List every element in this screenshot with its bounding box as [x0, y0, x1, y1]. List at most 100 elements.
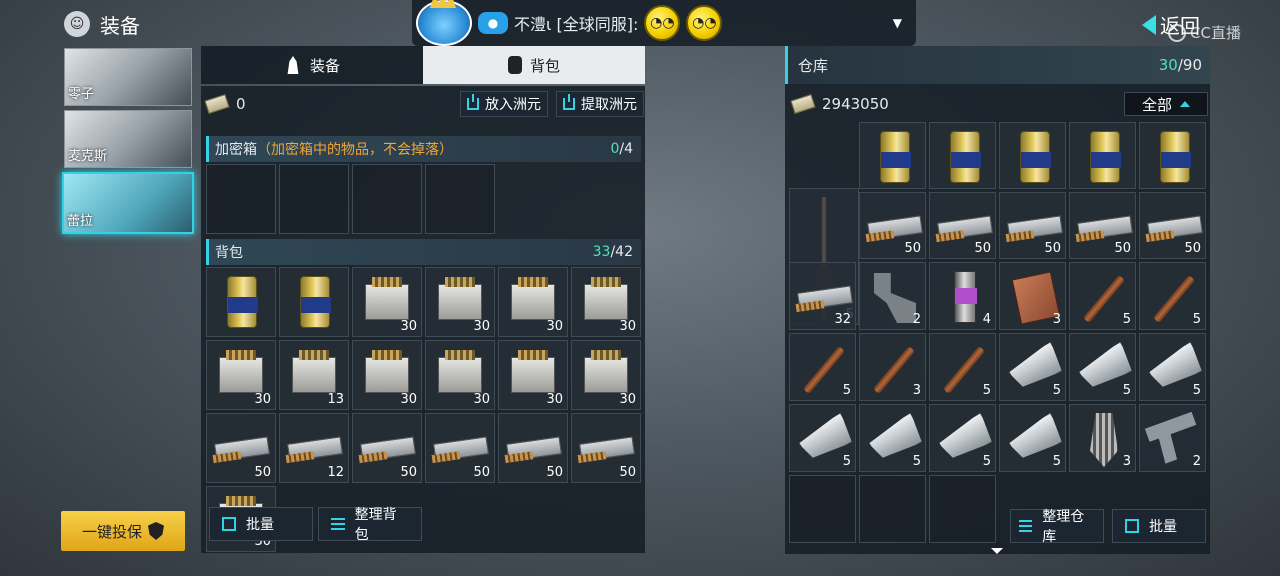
item-slot[interactable]: 30 [571, 340, 641, 410]
tab-backpack[interactable]: 背包 [423, 46, 645, 84]
item-slot[interactable]: 32 [789, 262, 856, 330]
item-slot[interactable]: 30 [425, 267, 495, 337]
item-slot[interactable]: 5 [929, 333, 996, 401]
warehouse-row: 5 3 5 5 5 5 [789, 333, 1206, 401]
sort-warehouse-button[interactable]: 整理仓库 [1010, 509, 1104, 545]
withdraw-label: 提取洲元 [581, 97, 637, 113]
item-slot[interactable]: 3 [999, 262, 1066, 330]
item-slot[interactable]: 5 [1139, 333, 1206, 401]
chevron-down-icon[interactable]: ▼ [893, 16, 902, 30]
item-slot[interactable]: 30 [352, 267, 422, 337]
item-slot[interactable]: 50 [999, 192, 1066, 259]
item-slot[interactable]: 5 [859, 404, 926, 472]
item-slot[interactable]: 5 [1069, 262, 1136, 330]
item-slot[interactable]: 2 [1139, 404, 1206, 472]
gamepad-icon: ● [478, 12, 508, 34]
item-slot[interactable]: 30 [498, 340, 568, 410]
ration-can-icon [880, 131, 911, 183]
item-slot[interactable]: 3 [1069, 404, 1136, 472]
drill-icon [1090, 413, 1118, 467]
item-slot[interactable] [859, 122, 926, 189]
sort-backpack-button[interactable]: 整理背包 [318, 507, 422, 543]
money-amount: 0 [236, 95, 246, 113]
character-card[interactable]: 麦克斯 [64, 110, 192, 168]
item-slot[interactable]: 50 [425, 413, 495, 483]
item-quantity: 50 [1114, 241, 1131, 256]
item-slot[interactable]: 3 [859, 333, 926, 401]
item-quantity: 30 [473, 392, 490, 407]
secure-slot[interactable] [352, 164, 422, 234]
item-slot[interactable] [279, 267, 349, 337]
item-slot[interactable]: 5 [1139, 262, 1206, 330]
secure-slot[interactable] [425, 164, 495, 234]
item-slot[interactable]: 5 [789, 333, 856, 401]
item-slot[interactable] [206, 267, 276, 337]
tab-equipment[interactable]: 装备 [201, 46, 423, 84]
item-slot[interactable]: 13 [279, 340, 349, 410]
item-quantity: 2 [912, 312, 921, 327]
item-slot[interactable]: 30 [425, 340, 495, 410]
withdraw-button[interactable]: 提取洲元 [556, 91, 644, 117]
item-slot[interactable]: 30 [206, 340, 276, 410]
item-slot[interactable] [929, 122, 996, 189]
supply-crate-icon [219, 350, 263, 393]
batch-button[interactable]: 批量 [209, 507, 313, 541]
item-slot[interactable]: 2 [859, 262, 926, 330]
character-name: 蕾拉 [67, 214, 94, 229]
item-slot[interactable] [1139, 122, 1206, 189]
item-quantity: 13 [327, 392, 344, 407]
one-click-insure-button[interactable]: 一键投保 [61, 511, 185, 551]
warehouse-row: 50 50 50 50 50 [859, 192, 1206, 259]
supply-crate-icon [511, 350, 555, 393]
item-slot[interactable] [1069, 122, 1136, 189]
warehouse-slot[interactable] [789, 475, 856, 543]
edit-icon [1125, 519, 1139, 533]
item-slot[interactable]: 50 [352, 413, 422, 483]
item-slot[interactable]: 30 [571, 267, 641, 337]
item-slot[interactable]: 50 [498, 413, 568, 483]
ammo-belt-icon [1147, 215, 1203, 241]
warehouse-slot[interactable] [859, 475, 926, 543]
warehouse-row: 32 2 4 3 5 5 [789, 262, 1206, 330]
item-quantity: 32 [834, 312, 851, 327]
item-slot[interactable]: 50 [1139, 192, 1206, 259]
item-slot[interactable] [999, 122, 1066, 189]
secure-slot[interactable] [279, 164, 349, 234]
screen-title: ☺ 装备 [64, 8, 140, 40]
chat-bar[interactable]: ● 不澧ι [全球同服]: ◔◔ ◔◔ ▼ [412, 0, 916, 46]
warehouse-filter-dropdown[interactable]: 全部 [1124, 92, 1208, 116]
character-card-selected[interactable]: 蕾拉 [62, 172, 194, 234]
item-slot[interactable]: 5 [789, 404, 856, 472]
item-quantity: 30 [473, 319, 490, 334]
item-slot[interactable]: 50 [929, 192, 996, 259]
item-slot[interactable]: 5 [999, 404, 1066, 472]
deposit-button[interactable]: 放入洲元 [460, 91, 548, 117]
item-slot[interactable]: 50 [571, 413, 641, 483]
scroll-down-icon[interactable] [991, 548, 1003, 554]
backpack-count: 33 [592, 244, 611, 260]
warehouse-count: 30 [1158, 56, 1178, 74]
warehouse-batch-button[interactable]: 批量 [1112, 509, 1206, 543]
item-quantity: 2 [1192, 454, 1201, 469]
item-slot[interactable]: 30 [352, 340, 422, 410]
item-slot[interactable]: 5 [999, 333, 1066, 401]
item-quantity: 5 [982, 454, 991, 469]
player-avatar[interactable] [416, 0, 472, 46]
item-slot[interactable]: 5 [1069, 333, 1136, 401]
item-slot[interactable]: 4 [929, 262, 996, 330]
secure-slot[interactable] [206, 164, 276, 234]
ammo-belt-icon [433, 436, 489, 462]
item-quantity: 12 [327, 465, 344, 480]
item-slot[interactable]: 50 [1069, 192, 1136, 259]
watermark: CC直播 [1168, 22, 1241, 43]
item-slot[interactable]: 50 [206, 413, 276, 483]
character-card[interactable]: 零子 [64, 48, 192, 106]
warehouse-slot[interactable] [929, 475, 996, 543]
item-quantity: 30 [619, 392, 636, 407]
item-slot[interactable]: 30 [498, 267, 568, 337]
item-slot[interactable]: 5 [929, 404, 996, 472]
item-slot[interactable]: 12 [279, 413, 349, 483]
supply-crate-icon [292, 350, 336, 393]
baseball-bat-icon [1152, 274, 1196, 324]
item-slot[interactable]: 50 [859, 192, 926, 259]
